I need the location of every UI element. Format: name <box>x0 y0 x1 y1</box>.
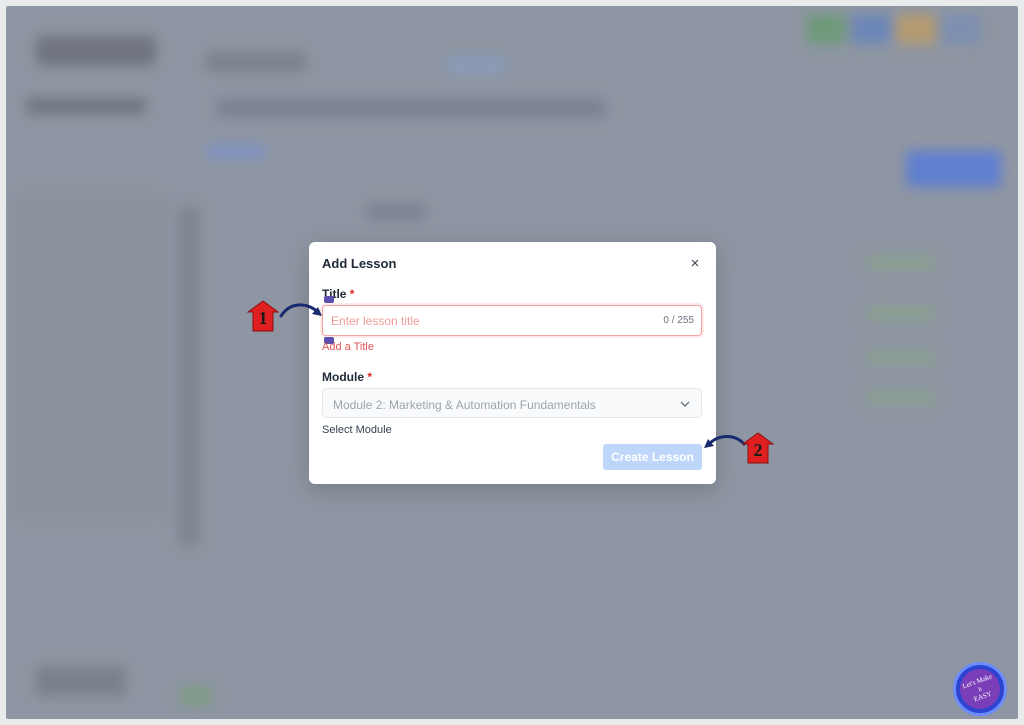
module-label-text: Module <box>322 370 364 384</box>
step-2-badge: 2 <box>741 432 775 464</box>
required-mark: * <box>349 287 355 301</box>
logo-lettering: Let's Make It EASY <box>961 672 993 704</box>
title-error-message: Add a Title <box>322 341 374 353</box>
dialog-title: Add Lesson <box>322 256 397 271</box>
app-window: Add Lesson × Title * 0 / 255 Add a Title… <box>6 6 1018 719</box>
character-counter: 0 / 255 <box>663 315 694 326</box>
logo-emblem: Let's Make It EASY <box>954 663 1006 715</box>
step-1-badge: 1 <box>246 300 280 332</box>
add-lesson-dialog: Add Lesson × Title * 0 / 255 Add a Title… <box>309 242 716 484</box>
svg-text:EASY: EASY <box>973 690 993 704</box>
title-input[interactable] <box>331 312 641 330</box>
required-mark: * <box>367 370 373 384</box>
create-lesson-button[interactable]: Create Lesson <box>603 444 702 470</box>
step-2-number: 2 <box>753 440 763 460</box>
module-select[interactable]: Module 2: Marketing & Automation Fundame… <box>322 388 702 418</box>
title-input-container: 0 / 255 <box>322 305 702 336</box>
module-field-label: Module * <box>322 370 372 384</box>
step-1-number: 1 <box>258 308 268 328</box>
close-icon[interactable]: × <box>686 254 704 272</box>
arrow-right-icon <box>279 303 322 318</box>
chevron-down-icon <box>680 401 690 407</box>
arrow-left-icon <box>704 435 746 448</box>
watermark-logo: Let's Make It EASY <box>953 662 1007 716</box>
module-selected-value: Module 2: Marketing & Automation Fundame… <box>333 398 596 412</box>
cursor-marker-icon <box>324 296 334 303</box>
module-helper-text: Select Module <box>322 424 392 436</box>
